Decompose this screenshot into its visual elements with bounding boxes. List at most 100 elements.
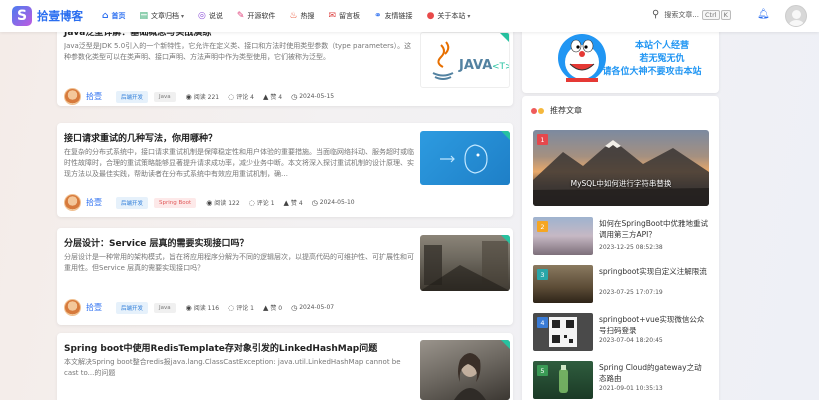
category-tag[interactable]: 后端开发 <box>116 90 149 103</box>
nav-item-talk[interactable]: ◎ 说说 <box>198 11 223 21</box>
recommended-header: 推荐文章 <box>531 105 582 116</box>
article-thumbnail[interactable] <box>420 131 510 185</box>
article-meta: 拾壹 后端开发 Spring Boot ◉ 阅读 122 ◌ 评论 1 ▲ 赞 4 ◷… <box>64 194 360 211</box>
article-thumbnail[interactable] <box>420 235 510 291</box>
article-excerpt: 本文解决Spring boot整合redis报java.lang.ClassCa… <box>64 358 401 377</box>
link-icon: ⚭ <box>374 11 382 21</box>
comments-count: 评论 4 <box>236 94 254 101</box>
like-icon: ▲ <box>262 92 269 101</box>
topic-tag[interactable]: Spring Boot <box>154 197 197 208</box>
talk-icon: ◎ <box>197 11 206 21</box>
banner-line-2: 若无冤无仇 <box>639 54 685 64</box>
site-name: 拾壹博客 <box>37 9 83 23</box>
article-card[interactable]: 分层设计：Service 层真的需要实现接口吗？ 分层设计是一种常用的架构模式，… <box>57 228 513 325</box>
article-title[interactable]: 分层设计：Service 层真的需要实现接口吗？ <box>64 236 249 249</box>
java-logo-icon: JAVA <T> <box>432 41 509 80</box>
user-avatar[interactable] <box>785 5 807 27</box>
nav-item-software[interactable]: ✎ 开源软件 <box>237 11 276 21</box>
search-placeholder: 搜索文章... <box>664 10 700 19</box>
article-excerpt: Java泛型是JDK 5.0引入的一个新特性，它允许在定义类、接口和方法时使用类… <box>64 42 412 61</box>
nav-label: 首页 <box>111 12 126 20</box>
nav-item-message[interactable]: ✉ 留言板 <box>328 11 360 21</box>
svg-text:JAVA: JAVA <box>458 58 492 73</box>
fire-icon: ♨ <box>289 11 298 21</box>
category-tag[interactable]: 后端开发 <box>116 196 149 209</box>
views-stat: ◉ 阅读 122 <box>206 198 239 208</box>
recommended-title: springboot+vue实现微信公众号扫码登录 <box>599 315 705 335</box>
tools-icon: ✎ <box>236 11 245 21</box>
nav-label: 关于本站 <box>437 12 466 20</box>
comments-count: 评论 1 <box>236 305 254 312</box>
publish-date: 2024-05-10 <box>319 199 355 206</box>
topic-tag[interactable]: Java <box>154 91 176 102</box>
bell-icon[interactable]: 🔔︎ <box>757 9 770 20</box>
search-trigger[interactable]: ⚲ 搜索文章... Ctrl K <box>652 9 731 20</box>
nav-item-hot[interactable]: ♨ 热搜 <box>289 11 314 21</box>
comments-count: 评论 1 <box>256 200 275 207</box>
recommended-title: Spring Cloud的gateway之动态路由 <box>599 363 702 383</box>
like-icon: ▲ <box>283 198 289 207</box>
article-title[interactable]: 接口请求重试的几种写法，你用哪种？ <box>64 131 217 144</box>
window-dots-icon <box>531 107 545 114</box>
article-thumbnail[interactable]: JAVA <T> <box>420 32 510 88</box>
top-navbar: S 拾壹博客 ⌂ 首页 ▤ 文章归档 ▾ ◎ 说说 ✎ 开源软件 ♨ 热搜 ✉ … <box>0 0 819 32</box>
author-avatar[interactable] <box>64 299 81 316</box>
recommended-item[interactable]: 2 如何在SpringBoot中优雅地重试调用第三方API？ 2023-12-2… <box>533 217 709 257</box>
nav-item-links[interactable]: ⚭ 友情链接 <box>374 11 413 21</box>
publish-date: 2024-05-15 <box>299 93 335 100</box>
article-card[interactable]: 接口请求重试的几种写法，你用哪种？ 在复杂的分布式系统中，接口请求重试机制是保障… <box>57 123 513 217</box>
nav-label: 友情链接 <box>384 12 413 20</box>
nav-item-about[interactable]: ● 关于本站 ▾ <box>427 11 471 21</box>
retry-illustration-icon <box>440 144 488 174</box>
recommended-title: 如何在SpringBoot中优雅地重试调用第三方API？ <box>599 219 708 239</box>
thumbnail-corner-badge <box>501 235 510 244</box>
like-icon: ▲ <box>262 303 269 312</box>
article-thumbnail[interactable] <box>420 340 510 400</box>
topic-tag[interactable]: Java <box>154 302 176 313</box>
author-name[interactable]: 拾壹 <box>86 91 102 102</box>
nav-label: 说说 <box>208 12 223 20</box>
nav-label: 开源软件 <box>247 12 276 20</box>
category-tag[interactable]: 后端开发 <box>116 301 149 314</box>
likes-stat: ▲ 赞 0 <box>262 303 283 313</box>
publish-date: 2024-05-07 <box>299 304 335 311</box>
recommended-item[interactable]: 3 springboot实现自定义注解限流 2023-07-25 17:07:1… <box>533 265 709 305</box>
nav-label: 热搜 <box>300 12 315 20</box>
recommended-featured[interactable]: 1 MySQL中如何进行字符串替换 <box>533 130 709 206</box>
nav-label: 留言板 <box>339 12 361 20</box>
eye-icon: ◉ <box>185 92 192 101</box>
date-stat: ◷ 2024-05-15 <box>291 93 334 101</box>
mountain-photo-icon <box>533 140 709 206</box>
portrait-photo-icon <box>454 353 486 400</box>
views-stat: ◉ 阅读 116 <box>186 303 220 313</box>
likes-count: 赞 4 <box>270 94 283 101</box>
article-title[interactable]: Spring boot中使用RedisTemplate存对象引发的LinkedH… <box>64 341 377 354</box>
article-meta: 拾壹 后端开发 Java ◉ 阅读 221 ◌ 评论 4 ▲ 赞 4 ◷ 2024-05… <box>64 88 339 105</box>
thumbnail-corner-badge <box>501 340 510 349</box>
rank-badge: 4 <box>537 317 548 328</box>
views-count: 阅读 116 <box>193 305 220 312</box>
comment-icon: ◌ <box>248 198 255 207</box>
author-name[interactable]: 拾壹 <box>86 197 102 208</box>
recommended-title: springboot实现自定义注解限流 <box>599 267 707 276</box>
recommended-date: 2023-12-25 08:52:38 <box>599 244 663 251</box>
date-stat: ◷ 2024-05-10 <box>312 199 355 207</box>
nav-item-home[interactable]: ⌂ 首页 <box>102 11 125 21</box>
message-icon: ✉ <box>328 11 337 21</box>
site-logo[interactable]: S 拾壹博客 <box>12 6 94 26</box>
recommended-item[interactable]: 5 Spring Cloud的gateway之动态路由 2021-09-01 1… <box>533 361 709 400</box>
author-avatar[interactable] <box>64 194 81 211</box>
author-avatar[interactable] <box>64 88 81 105</box>
eye-icon: ◉ <box>206 198 213 207</box>
recommended-item[interactable]: 4 springboot+vue实现微信公众号扫码登录 2023-07-04 1… <box>533 313 709 353</box>
author-name[interactable]: 拾壹 <box>86 302 102 313</box>
nav-item-archive[interactable]: ▤ 文章归档 ▾ <box>139 11 184 21</box>
clock-icon: ◷ <box>291 303 298 312</box>
featured-title: MySQL中如何进行字符串替换 <box>570 179 672 188</box>
rank-badge: 2 <box>537 221 548 232</box>
likes-count: 赞 0 <box>270 305 283 312</box>
recommended-panel: 推荐文章 1 MySQL中如何进行字符串替换 2 如何在SpringBoot中优… <box>522 96 719 400</box>
search-icon: ⚲ <box>652 9 660 20</box>
article-card[interactable]: Spring boot中使用RedisTemplate存对象引发的LinkedH… <box>57 333 513 400</box>
views-stat: ◉ 阅读 221 <box>185 92 219 102</box>
